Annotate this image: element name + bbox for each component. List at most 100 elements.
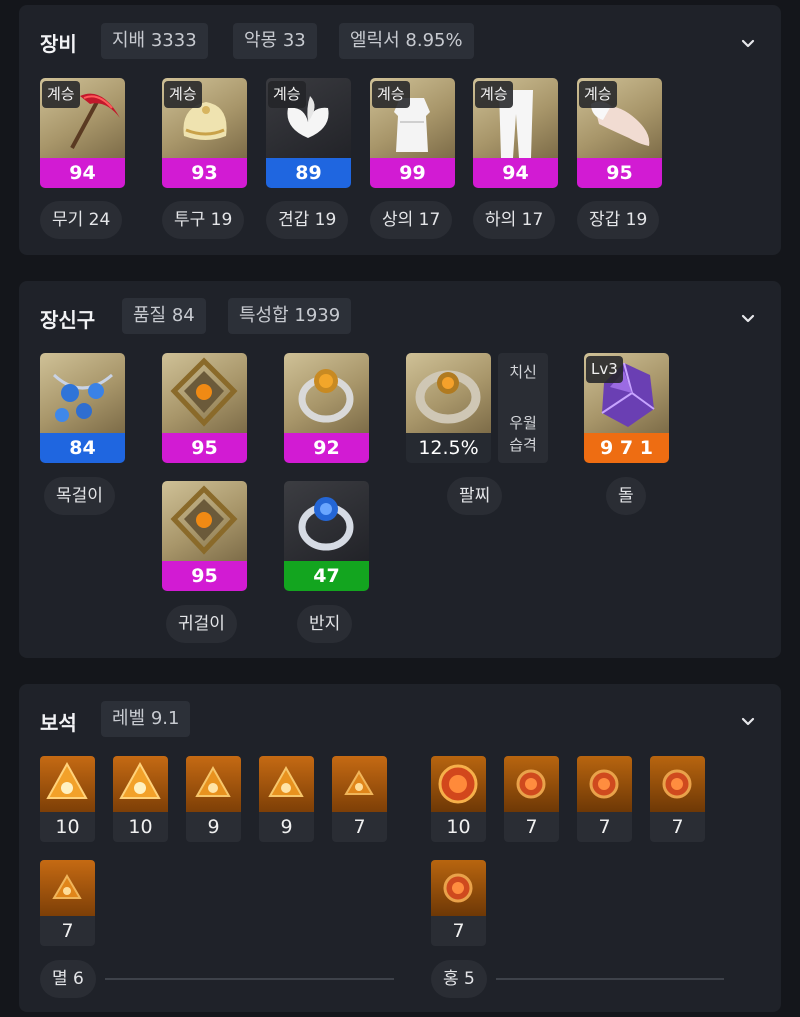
earring-label: 귀걸이: [166, 605, 237, 643]
bracelet-stat: 치신: [509, 363, 537, 381]
inherit-badge: 계승: [164, 81, 202, 108]
gem-annihilation[interactable]: 9: [259, 756, 314, 842]
gem-level: 7: [40, 916, 95, 946]
equip-weapon[interactable]: 계승 94: [40, 78, 125, 188]
gem-level: 7: [577, 812, 632, 842]
inherit-badge: 계승: [372, 81, 410, 108]
equip-gloves[interactable]: 계승 95: [577, 78, 662, 188]
accessory-ring-2[interactable]: 47: [284, 481, 369, 591]
gems-title: 보석: [40, 711, 77, 735]
quality-value: 94: [40, 158, 125, 188]
divider-line: [496, 978, 724, 980]
necklace-icon: [40, 353, 125, 433]
quality-value: 95: [162, 433, 247, 463]
chip-nightmare: 악몽 33: [233, 23, 317, 59]
annihilation-gem-icon: [40, 756, 95, 812]
equip-helmet[interactable]: 계승 93: [162, 78, 247, 188]
quality-value: 95: [577, 158, 662, 188]
bracelet-effect-value: 12.5%: [406, 433, 491, 463]
accessory-ring-1[interactable]: 92: [284, 353, 369, 463]
annihilation-gem-count: 멸 6: [40, 960, 96, 998]
gem-crimson[interactable]: 7: [577, 756, 632, 842]
quality-value: 47: [284, 561, 369, 591]
gem-annihilation[interactable]: 10: [113, 756, 168, 842]
accessory-earring-2[interactable]: 95: [162, 481, 247, 591]
annihilation-gem-icon: [113, 756, 168, 812]
gem-level: 7: [332, 812, 387, 842]
accessory-bracelet[interactable]: 12.5%: [406, 353, 491, 463]
gem-crimson[interactable]: 7: [650, 756, 705, 842]
accessory-necklace[interactable]: 84: [40, 353, 125, 463]
equip-top[interactable]: 계승 99: [370, 78, 455, 188]
bracelet-icon: [406, 353, 491, 433]
equip-pants[interactable]: 계승 94: [473, 78, 558, 188]
chip-quality: 품질 84: [122, 298, 206, 334]
gem-crimson[interactable]: 7: [431, 860, 486, 946]
gem-level: 10: [431, 812, 486, 842]
crimson-gem-icon: [431, 756, 486, 812]
chevron-down-icon[interactable]: [741, 37, 755, 51]
chevron-down-icon[interactable]: [741, 715, 755, 729]
accessories-title: 장신구: [40, 308, 96, 332]
divider-line: [105, 978, 394, 980]
equip-gloves-label: 장갑 19: [577, 201, 660, 239]
ring-label: 반지: [297, 605, 353, 643]
inherit-badge: 계승: [475, 81, 513, 108]
necklace-label: 목걸이: [44, 477, 115, 515]
gem-crimson[interactable]: 7: [504, 756, 559, 842]
annihilation-gem-icon: [186, 756, 241, 812]
gem-crimson[interactable]: 10: [431, 756, 486, 842]
chevron-down-icon[interactable]: [741, 312, 755, 326]
equip-helmet-label: 투구 19: [162, 201, 245, 239]
bracelet-stat: 습격: [509, 436, 537, 454]
ring-icon: [284, 353, 369, 433]
equipment-title: 장비: [40, 32, 77, 56]
quality-value: 84: [40, 433, 125, 463]
gem-annihilation[interactable]: 7: [332, 756, 387, 842]
gem-level: 7: [431, 916, 486, 946]
equip-weapon-label: 무기 24: [40, 201, 123, 239]
gems-panel: 보석 레벨 9.1 10 10 9 9 7 7 멸 6 10 7 7 7 7 홍…: [19, 684, 781, 1012]
gem-level: 7: [650, 812, 705, 842]
bracelet-label: 팔찌: [447, 477, 503, 515]
stone-level-badge: Lv3: [586, 356, 623, 383]
gem-level: 10: [40, 812, 95, 842]
gem-annihilation[interactable]: 7: [40, 860, 95, 946]
crimson-gem-icon: [577, 756, 632, 812]
stone-engraving-values: 9 7 1: [584, 433, 669, 463]
quality-value: 92: [284, 433, 369, 463]
quality-value: 95: [162, 561, 247, 591]
quality-value: 99: [370, 158, 455, 188]
inherit-badge: 계승: [579, 81, 617, 108]
equip-shoulder-label: 견갑 19: [266, 201, 349, 239]
chip-elixir: 엘릭서 8.95%: [339, 23, 474, 59]
accessory-earring-1[interactable]: 95: [162, 353, 247, 463]
stone-label: 돌: [606, 477, 646, 515]
quality-value: 93: [162, 158, 247, 188]
gem-level: 9: [186, 812, 241, 842]
gem-level: 7: [504, 812, 559, 842]
crimson-gem-icon: [504, 756, 559, 812]
crimson-gem-count: 홍 5: [431, 960, 487, 998]
earring-icon: [162, 481, 247, 561]
chip-domination: 지배 3333: [101, 23, 208, 59]
bracelet-stats: 치신 우월 습격: [498, 353, 548, 463]
equip-pants-label: 하의 17: [473, 201, 556, 239]
gem-annihilation[interactable]: 10: [40, 756, 95, 842]
accessories-panel: 장신구 품질 84 특성합 1939 84 목걸이 95 95 귀걸이 92 4…: [19, 281, 781, 658]
crimson-gem-icon: [431, 860, 486, 916]
ability-stone[interactable]: Lv3 9 7 1: [584, 353, 669, 463]
crimson-gem-icon: [650, 756, 705, 812]
inherit-badge: 계승: [268, 81, 306, 108]
gem-level: 10: [113, 812, 168, 842]
equip-shoulder[interactable]: 계승 89: [266, 78, 351, 188]
inherit-badge: 계승: [42, 81, 80, 108]
bracelet-stat: 우월: [509, 414, 537, 432]
annihilation-gem-icon: [40, 860, 95, 916]
quality-value: 89: [266, 158, 351, 188]
ring-icon: [284, 481, 369, 561]
gem-annihilation[interactable]: 9: [186, 756, 241, 842]
chip-gem-level: 레벨 9.1: [101, 701, 191, 737]
annihilation-gem-icon: [332, 756, 387, 812]
annihilation-gem-icon: [259, 756, 314, 812]
